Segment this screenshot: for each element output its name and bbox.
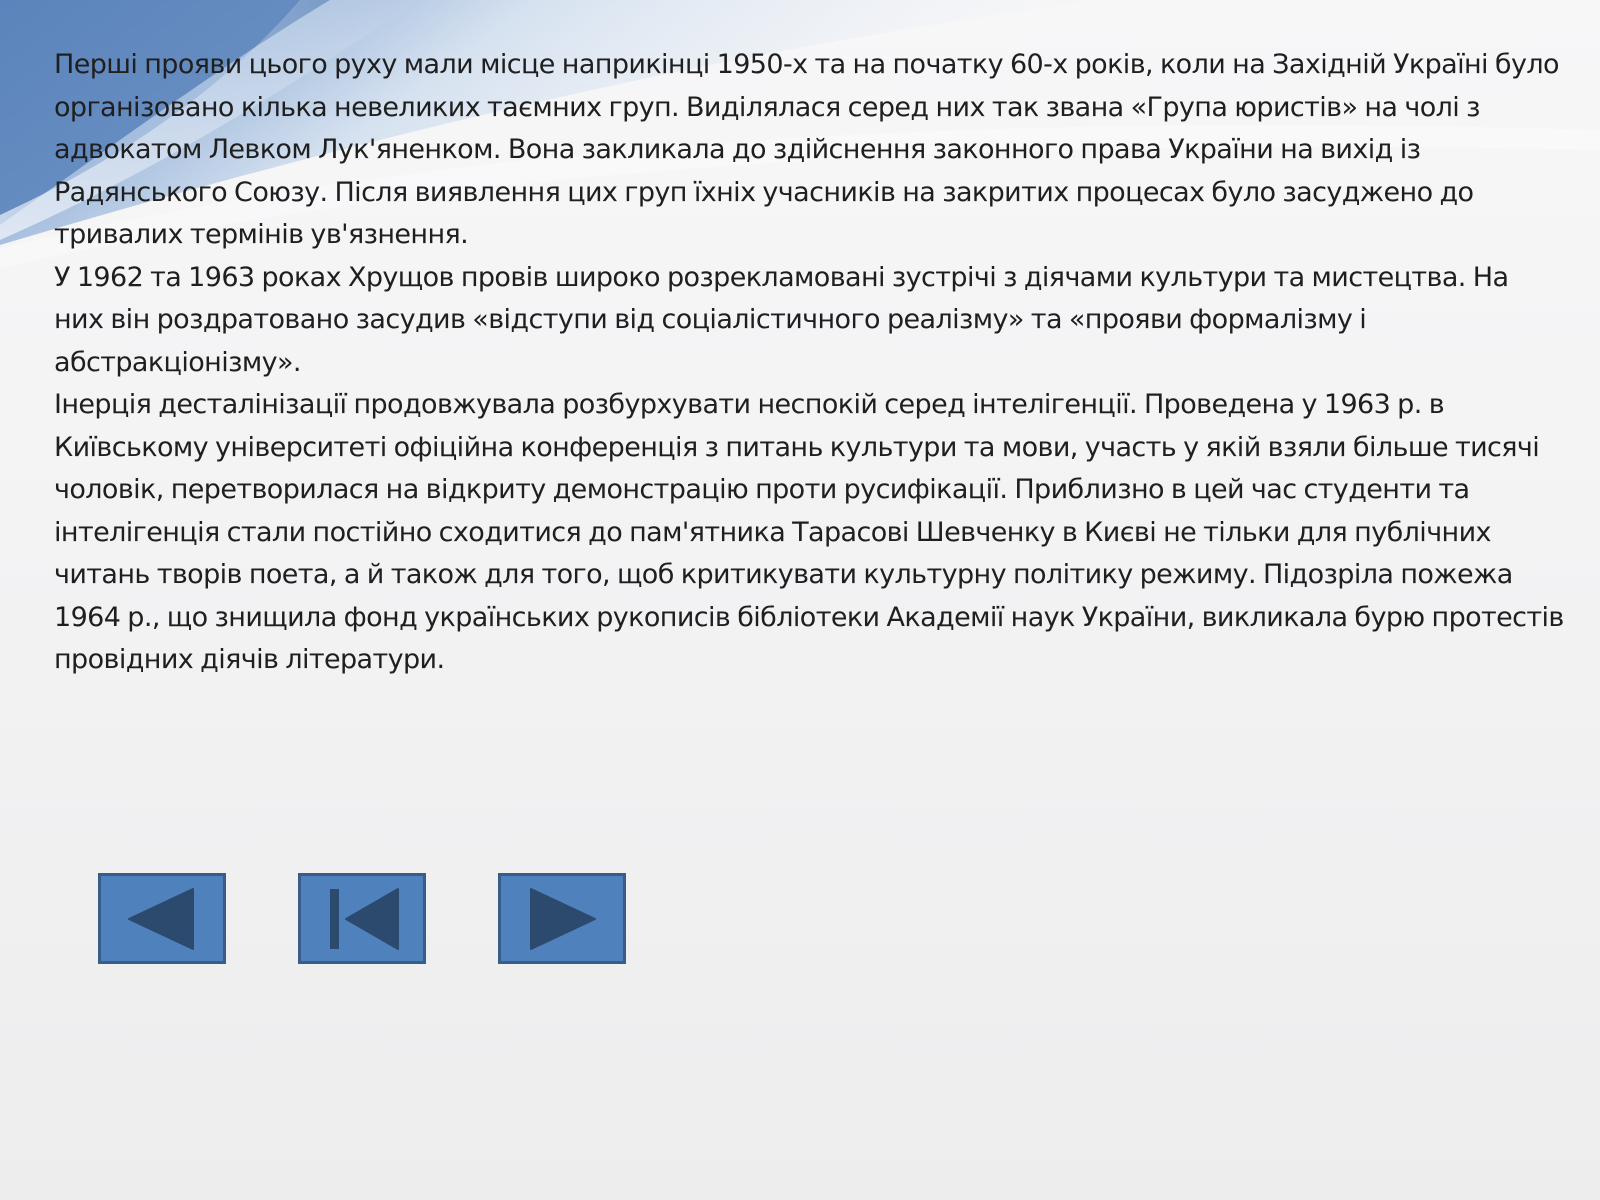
paragraph: Інерція десталінізації продовжувала розб… <box>54 389 1564 675</box>
next-triangle-icon <box>530 888 596 950</box>
first-slide-icon <box>330 888 399 950</box>
slide-body-text: Перші прояви цього руху мали місце напри… <box>54 44 1564 682</box>
previous-triangle-icon <box>128 888 194 950</box>
next-slide-button[interactable] <box>498 873 626 964</box>
paragraph: Перші прояви цього руху мали місце напри… <box>54 49 1560 250</box>
first-slide-button[interactable] <box>298 873 426 964</box>
previous-slide-button[interactable] <box>98 873 226 964</box>
paragraph: У 1962 та 1963 роках Хрущов провів широк… <box>54 261 1509 378</box>
